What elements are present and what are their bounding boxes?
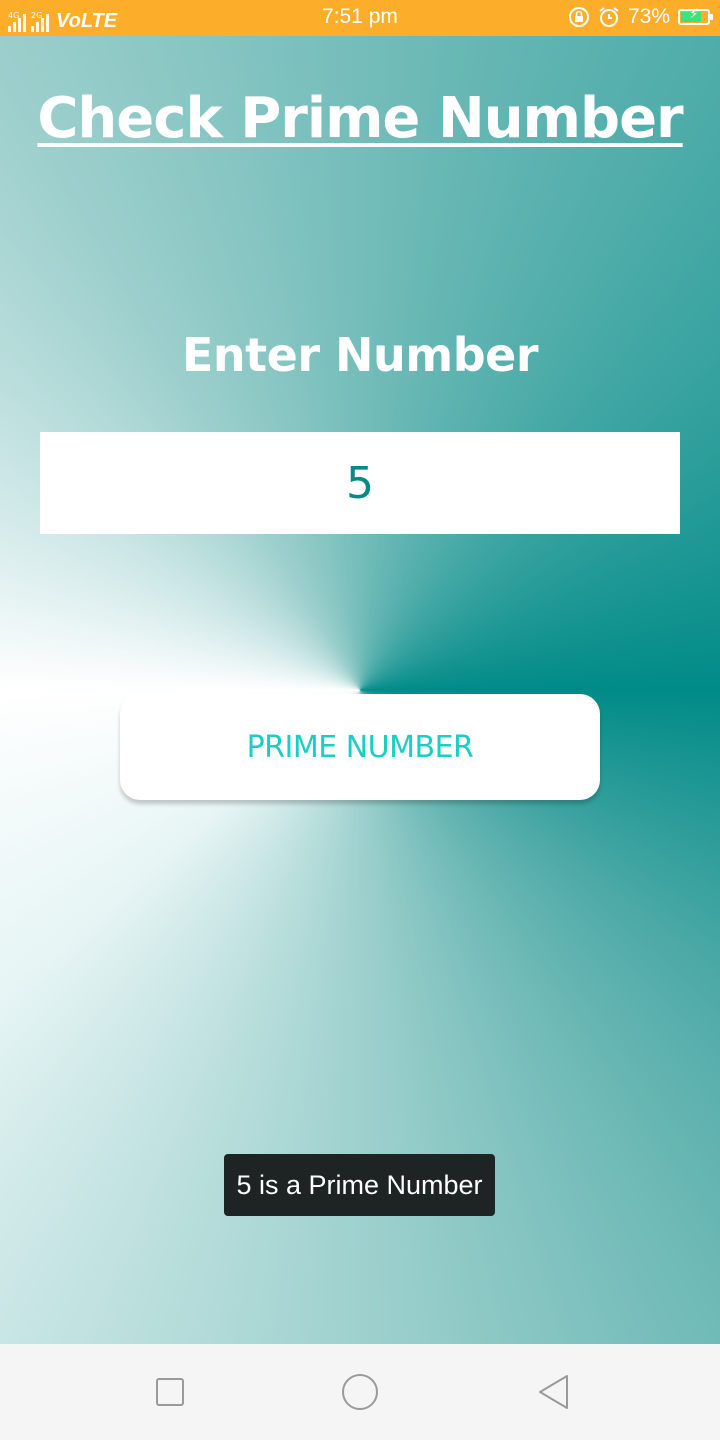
prime-number-button[interactable]: PRIME NUMBER (120, 694, 600, 800)
recent-apps-button[interactable] (110, 1344, 230, 1440)
navigation-bar (0, 1344, 720, 1440)
battery-percentage: 73% (627, 5, 670, 28)
status-bar: 4G 2G VoLTE 7:51 pm 73% ⚡ (0, 0, 720, 36)
home-icon (342, 1374, 378, 1410)
app-screen: Check Prime Number Enter Number PRIME NU… (0, 36, 720, 1344)
lock-rotation-icon (568, 7, 589, 27)
toast-message: 5 is a Prime Number (224, 1154, 495, 1216)
status-icons: 73% ⚡ (568, 5, 713, 29)
input-label: Enter Number (181, 328, 539, 382)
battery-charging-icon: ⚡ (678, 7, 713, 25)
page-title: Check Prime Number (37, 86, 683, 151)
recent-apps-icon (156, 1378, 184, 1406)
back-icon (539, 1375, 568, 1409)
number-input[interactable] (40, 432, 680, 534)
home-button[interactable] (300, 1344, 420, 1440)
alarm-icon (599, 7, 619, 27)
back-button[interactable] (494, 1344, 614, 1440)
